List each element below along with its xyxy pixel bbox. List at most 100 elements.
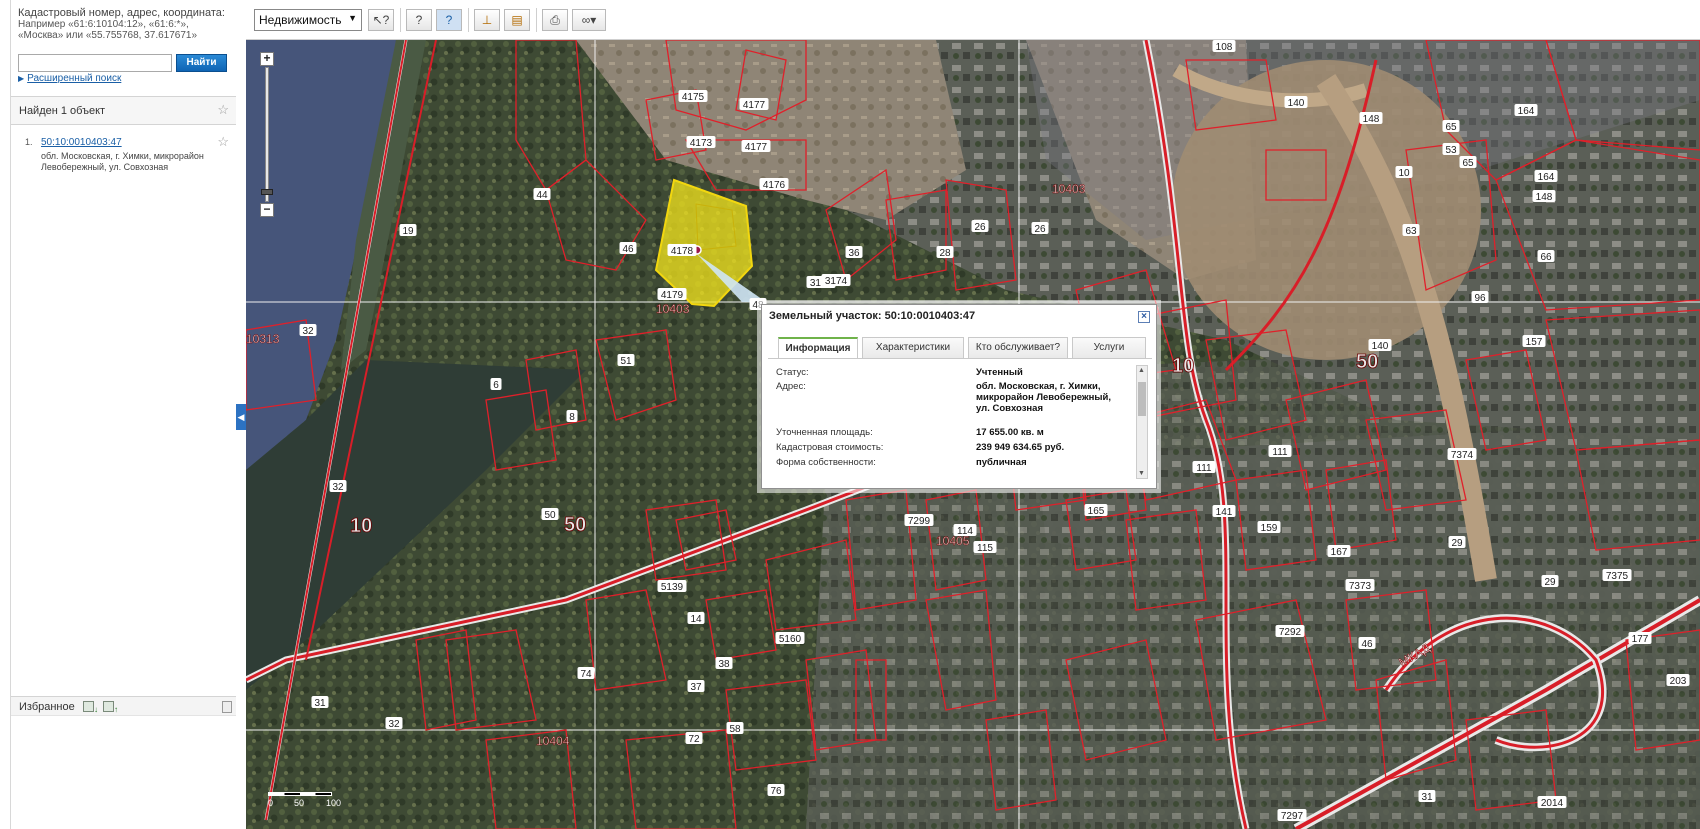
parcel-number-label[interactable]: 164 (1518, 106, 1535, 117)
parcel-number-label[interactable]: 46 (622, 244, 634, 255)
parcel-number-label[interactable]: 7374 (1451, 450, 1474, 461)
parcel-number-label[interactable]: 159 (1261, 523, 1278, 534)
identify-question-icon[interactable]: ? (406, 9, 432, 31)
parcel-number-label[interactable]: 167 (1331, 547, 1348, 558)
scroll-down-icon[interactable]: ▼ (1138, 470, 1145, 477)
tab-services[interactable]: Услуги (1072, 337, 1146, 359)
zoom-slider-thumb[interactable] (261, 189, 273, 195)
scrollbar-thumb[interactable] (1138, 382, 1146, 416)
parcel-number-label[interactable]: 148 (1536, 192, 1553, 203)
parcel-number-label[interactable]: 36 (848, 248, 860, 259)
parcel-number-label[interactable]: 111 (1196, 463, 1212, 474)
parcel-number-label[interactable]: 4177 (743, 100, 766, 111)
tab-who-serves[interactable]: Кто обслуживает? (968, 337, 1068, 359)
parcel-number-label[interactable]: 10 (1398, 168, 1410, 179)
parcel-number-label[interactable]: 19 (402, 226, 414, 237)
parcel-number-label[interactable]: 4177 (745, 142, 768, 153)
link-icon[interactable]: ∞▾ (572, 9, 606, 31)
popup-scrollbar[interactable]: ▲ ▼ (1136, 365, 1148, 479)
info-pointer-icon[interactable]: ↖? (368, 9, 394, 31)
parcel-number-label[interactable]: 44 (536, 190, 548, 201)
parcel-number-label[interactable]: 4178 (671, 246, 694, 257)
parcel-number-label[interactable]: 164 (1538, 172, 1555, 183)
parcel-number-label[interactable]: 148 (1363, 114, 1380, 125)
parcel-number-label[interactable]: 5160 (779, 634, 802, 645)
parcel-number-label[interactable]: 203 (1670, 676, 1687, 687)
result-cad-link[interactable]: 50:10:0010403:47 (41, 137, 122, 148)
search-button[interactable]: Найти (176, 54, 227, 72)
search-input[interactable] (18, 54, 172, 72)
parcel-number-label[interactable]: 72 (688, 734, 700, 745)
parcel-number-label[interactable]: 65 (1462, 158, 1474, 169)
parcel-number-label[interactable]: 29 (1451, 538, 1463, 549)
parcel-number-label[interactable]: 32 (302, 326, 314, 337)
parcel-number-label[interactable]: 63 (1405, 226, 1417, 237)
result-star-icon[interactable]: ☆ (217, 134, 229, 150)
parcel-number-label[interactable]: 65 (1445, 122, 1457, 133)
parcel-number-label[interactable]: 26 (974, 222, 986, 233)
zoom-slider[interactable] (265, 67, 269, 202)
parcel-number-label[interactable]: 38 (718, 659, 730, 670)
parcel-number-label[interactable]: 140 (1372, 341, 1389, 352)
zoom-out-button[interactable]: − (260, 203, 274, 217)
parcel-number-label[interactable]: 96 (1474, 293, 1486, 304)
parcel-number-label[interactable]: 74 (580, 669, 592, 680)
layer-select[interactable]: Недвижимость ▼ (254, 9, 362, 31)
parcel-number-label[interactable]: 4179 (661, 290, 684, 301)
parcel-number-label[interactable]: 66 (1540, 252, 1552, 263)
parcel-number-label[interactable]: 29 (1544, 577, 1556, 588)
parcel-number-label[interactable]: 76 (770, 786, 782, 797)
parcel-number-label[interactable]: 32 (332, 482, 344, 493)
parcel-number-label[interactable]: 4173 (690, 138, 713, 149)
parcel-number-label[interactable]: 51 (620, 356, 632, 367)
parcel-number-label[interactable]: 37 (690, 682, 702, 693)
print-icon[interactable]: ⎙ (542, 9, 568, 31)
advanced-search-link[interactable]: ▶ Расширенный поиск (18, 73, 121, 84)
parcel-number-label[interactable]: 7375 (1606, 571, 1629, 582)
parcel-number-label[interactable]: 141 (1216, 507, 1233, 518)
parcel-number-label[interactable]: 115 (977, 543, 993, 554)
parcel-number-label[interactable]: 7373 (1349, 581, 1372, 592)
parcel-number-label[interactable]: 32 (388, 719, 400, 730)
parcel-number-label[interactable]: 58 (729, 724, 741, 735)
help-map-icon[interactable]: ? (436, 9, 462, 31)
parcel-number-label[interactable]: 14 (690, 614, 702, 625)
parcel-number-label[interactable]: 28 (939, 248, 951, 259)
parcel-number-label[interactable]: 7297 (1281, 811, 1304, 822)
result-item[interactable]: 1. 50:10:0010403:47 ☆ обл. Московская, г… (11, 134, 236, 194)
parcel-number-label[interactable]: 4175 (682, 92, 705, 103)
layers-icon[interactable]: ▤ (504, 9, 530, 31)
parcel-number-label[interactable]: 4176 (763, 180, 786, 191)
zoom-control[interactable]: + − (260, 52, 274, 217)
parcel-number-label[interactable]: 31 (1421, 792, 1433, 803)
tab-information[interactable]: Информация (778, 337, 858, 359)
close-icon[interactable]: × (1138, 311, 1150, 323)
tab-characteristics[interactable]: Характеристики (862, 337, 964, 359)
parcel-number-label[interactable]: 114 (957, 526, 973, 537)
parcel-number-label[interactable]: 2014 (1541, 798, 1564, 809)
parcel-number-label[interactable]: 31 (314, 698, 326, 709)
favorites-export-icon[interactable]: ↓ (83, 701, 98, 714)
trash-icon[interactable] (222, 701, 232, 713)
favorite-star-icon[interactable]: ☆ (217, 102, 229, 118)
zoom-in-button[interactable]: + (260, 52, 274, 66)
parcel-number-label[interactable]: 111 (1272, 447, 1288, 458)
parcel-number-label[interactable]: 53 (1445, 145, 1457, 156)
measure-ruler-icon[interactable]: ⊥ (474, 9, 500, 31)
parcel-number-label[interactable]: 140 (1288, 98, 1305, 109)
parcel-number-label[interactable]: 46 (1361, 639, 1373, 650)
parcel-number-label[interactable]: 5139 (661, 582, 684, 593)
parcel-number-label[interactable]: 3174 (825, 276, 848, 287)
parcel-number-label[interactable]: 157 (1526, 337, 1543, 348)
parcel-number-label[interactable]: 7299 (908, 516, 931, 527)
panel-collapse-handle[interactable]: ◀ (236, 404, 246, 430)
parcel-number-label[interactable]: 50 (544, 510, 556, 521)
parcel-number-label[interactable]: 165 (1088, 506, 1105, 517)
parcel-number-label[interactable]: 177 (1632, 634, 1649, 645)
parcel-number-label[interactable]: 108 (1216, 42, 1233, 53)
scroll-up-icon[interactable]: ▲ (1138, 367, 1145, 374)
parcel-number-label[interactable]: 26 (1034, 224, 1046, 235)
parcel-number-label[interactable]: 8 (569, 412, 575, 423)
parcel-number-label[interactable]: 7292 (1279, 627, 1302, 638)
favorites-import-icon[interactable]: ↑ (103, 701, 118, 714)
